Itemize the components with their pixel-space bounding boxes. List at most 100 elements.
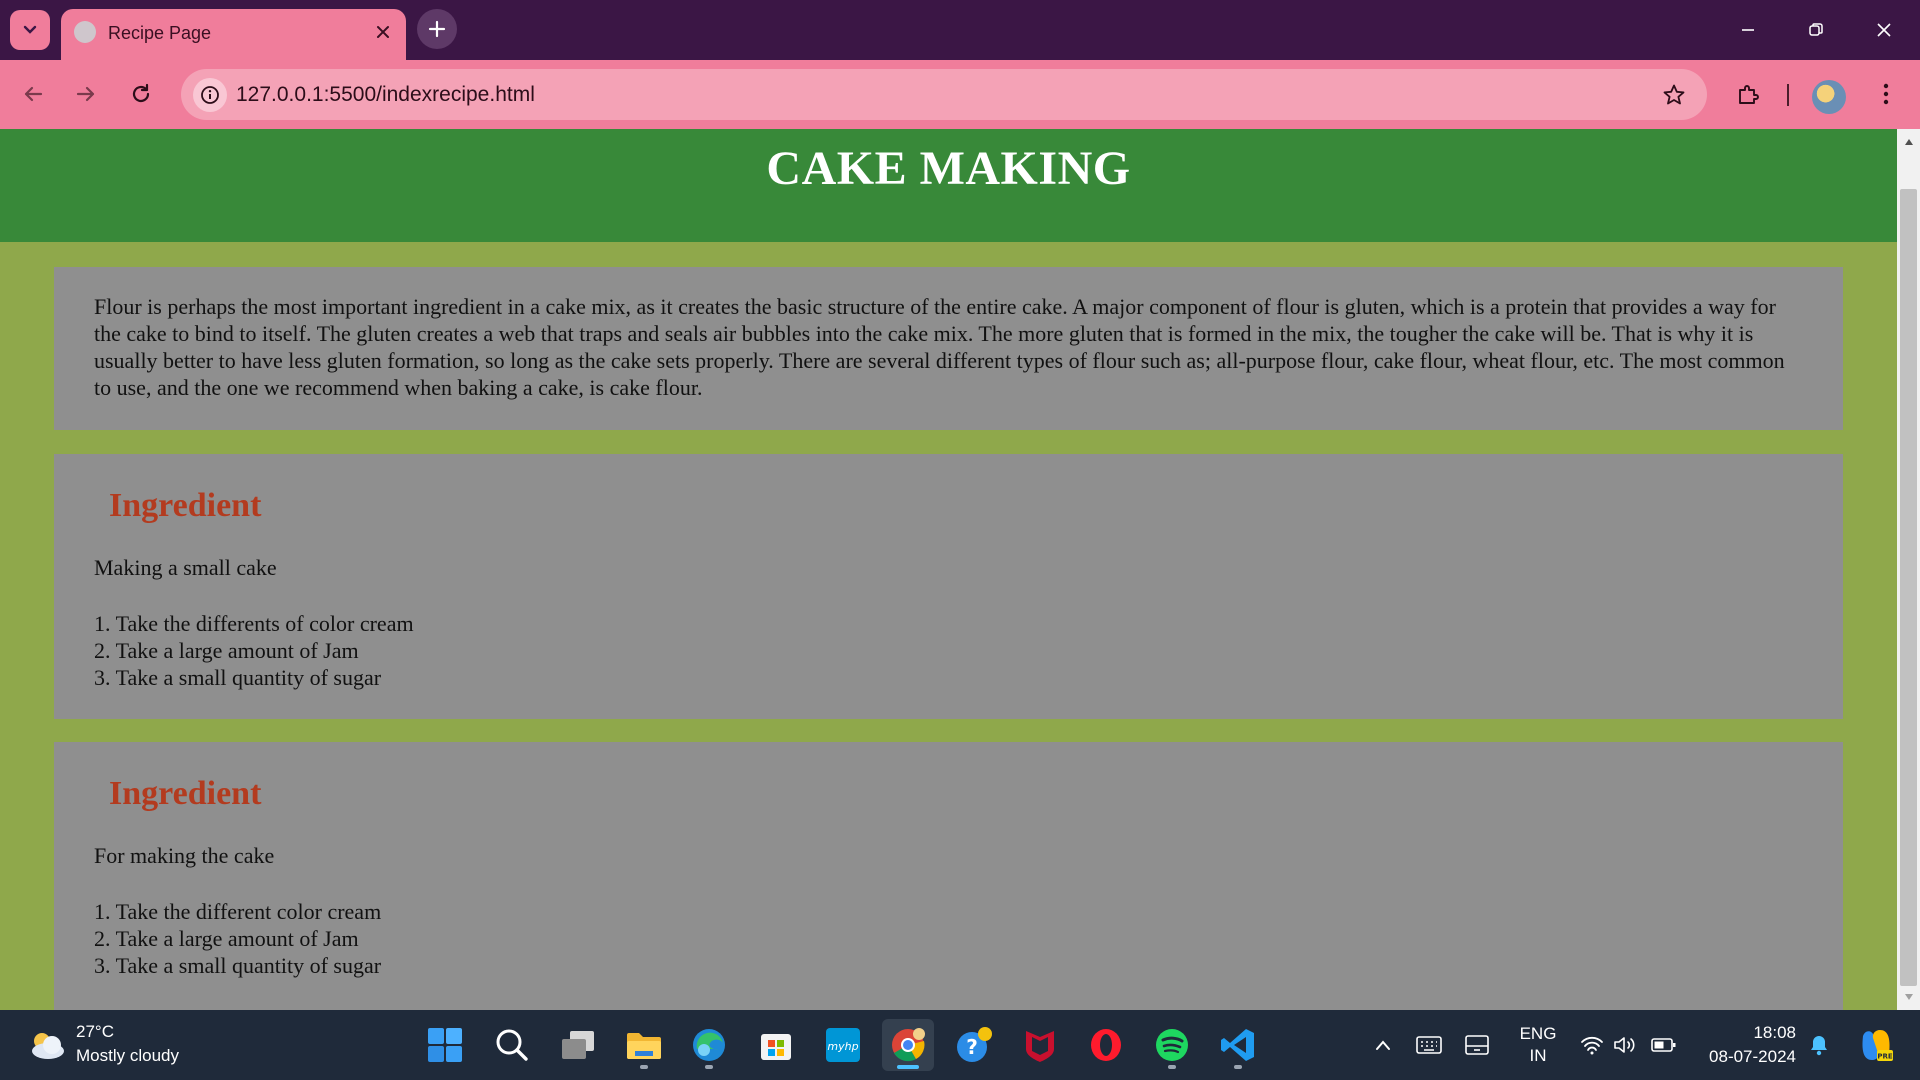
star-icon: [1663, 84, 1685, 105]
page-header: CAKE MAKING: [0, 129, 1897, 242]
touch-keyboard-button[interactable]: [1415, 1032, 1443, 1058]
restore-button[interactable]: [1792, 10, 1840, 50]
spotify-button[interactable]: [1146, 1019, 1198, 1071]
volume-button[interactable]: [1612, 1032, 1640, 1058]
notifications-button[interactable]: [1805, 1032, 1833, 1058]
svg-text:?: ?: [966, 1035, 978, 1059]
intro-paragraph: Flour is perhaps the most important ingr…: [94, 294, 1785, 400]
browser-tab[interactable]: Recipe Page: [61, 9, 406, 60]
running-indicator: [705, 1065, 713, 1069]
file-explorer-button[interactable]: [618, 1019, 670, 1071]
tab-strip: Recipe Page: [0, 0, 1920, 60]
address-bar[interactable]: 127.0.0.1:5500/indexrecipe.html: [181, 69, 1707, 120]
search-icon: [496, 1029, 528, 1061]
copilot-icon: PRE: [1862, 1030, 1893, 1061]
forward-button[interactable]: [66, 74, 106, 114]
back-button[interactable]: [13, 74, 53, 114]
step-item: 2. Take a large amount of Jam: [94, 926, 359, 951]
search-button[interactable]: [486, 1019, 538, 1071]
bell-icon: [1811, 1036, 1827, 1056]
edge-icon: [693, 1029, 725, 1061]
steps-list: 1. Take the different color cream 2. Tak…: [94, 898, 381, 979]
opera-icon: [1091, 1029, 1121, 1061]
url-text[interactable]: 127.0.0.1:5500/indexrecipe.html: [236, 83, 535, 107]
web-page: CAKE MAKING Flour is perhaps the most im…: [0, 129, 1897, 1010]
extensions-button[interactable]: [1728, 74, 1768, 114]
browser-toolbar: 127.0.0.1:5500/indexrecipe.html: [0, 60, 1920, 129]
bookmark-button[interactable]: [1659, 80, 1689, 110]
monitor-icon: [1465, 1035, 1489, 1055]
cloud-icon: [32, 1033, 64, 1059]
weather-temperature: 27°C: [76, 1022, 114, 1041]
vscode-icon: [1221, 1029, 1254, 1061]
scroll-down-button[interactable]: [1897, 986, 1920, 1008]
vertical-scrollbar[interactable]: [1897, 129, 1920, 1010]
new-tab-button[interactable]: [417, 9, 457, 49]
start-icon: [428, 1028, 462, 1062]
step-item: 1. Take the different color cream: [94, 899, 382, 924]
start-button[interactable]: [419, 1019, 471, 1071]
get-help-button[interactable]: ?: [948, 1019, 1000, 1071]
show-hidden-icons-button[interactable]: [1369, 1032, 1397, 1058]
minimize-button[interactable]: [1724, 10, 1772, 50]
region-code: IN: [1529, 1046, 1547, 1065]
svg-text:myhp: myhp: [827, 1040, 858, 1053]
wifi-button[interactable]: [1578, 1032, 1606, 1058]
intro-card: Flour is perhaps the most important ingr…: [54, 267, 1843, 430]
clock-time: 18:08: [1753, 1023, 1796, 1042]
weather-description: Mostly cloudy: [76, 1046, 179, 1065]
plus-icon: [428, 20, 446, 38]
scrollbar-thumb[interactable]: [1900, 189, 1917, 986]
chevron-up-icon: [1376, 1040, 1390, 1050]
info-icon: [201, 86, 219, 104]
triangle-down-icon: [1904, 994, 1913, 1000]
myhp-button[interactable]: myhp: [817, 1019, 869, 1071]
clock-date: 08-07-2024: [1709, 1047, 1796, 1066]
reload-icon: [132, 83, 150, 103]
site-info-button[interactable]: [193, 78, 227, 112]
running-indicator: [1234, 1065, 1242, 1069]
copilot-button[interactable]: PRE: [1856, 1025, 1896, 1065]
language-code: ENG: [1519, 1024, 1557, 1043]
chrome-menu-button[interactable]: [1866, 74, 1906, 114]
wifi-icon: [1581, 1036, 1603, 1055]
arrow-left-icon: [24, 86, 43, 102]
profile-avatar[interactable]: [1812, 80, 1846, 114]
page-title: CAKE MAKING: [766, 142, 1131, 195]
get-help-icon: ?: [957, 1027, 992, 1062]
ingredient-card: Ingredient Making a small cake 1. Take t…: [54, 454, 1843, 719]
close-window-button[interactable]: [1860, 10, 1908, 50]
myhp-icon: myhp: [826, 1028, 860, 1062]
globe-icon: [74, 21, 96, 43]
task-view-icon: [562, 1031, 594, 1059]
running-indicator: [640, 1065, 648, 1069]
microsoft-store-button[interactable]: [750, 1019, 802, 1071]
tab-search-button[interactable]: [10, 10, 50, 50]
spotify-icon: [1156, 1029, 1188, 1061]
chevron-down-icon: [22, 22, 38, 38]
step-item: 2. Take a large amount of Jam: [94, 638, 359, 663]
edge-button[interactable]: [683, 1019, 735, 1071]
step-item: 3. Take a small quantity of sugar: [94, 665, 382, 690]
mcafee-button[interactable]: [1014, 1019, 1066, 1071]
tablet-mode-button[interactable]: [1463, 1032, 1491, 1058]
chrome-icon: [892, 1028, 925, 1062]
opera-button[interactable]: [1080, 1019, 1132, 1071]
input-language-indicator[interactable]: ENG IN: [1518, 1023, 1558, 1067]
section-heading: Ingredient: [109, 775, 262, 812]
active-indicator: [897, 1065, 919, 1069]
triangle-up-icon: [1904, 139, 1913, 145]
file-explorer-icon: [627, 1033, 661, 1059]
microsoft-store-icon: [761, 1034, 791, 1060]
more-vertical-icon: [1883, 83, 1889, 105]
task-view-button[interactable]: [552, 1019, 604, 1071]
close-tab-button[interactable]: [372, 21, 394, 43]
chrome-button[interactable]: [882, 1019, 934, 1071]
keyboard-icon: [1416, 1036, 1442, 1054]
battery-button[interactable]: [1650, 1032, 1678, 1058]
running-indicator: [1168, 1065, 1176, 1069]
tab-title: Recipe Page: [108, 23, 212, 43]
scroll-up-button[interactable]: [1897, 131, 1920, 153]
vscode-button[interactable]: [1212, 1019, 1264, 1071]
reload-button[interactable]: [121, 74, 161, 114]
